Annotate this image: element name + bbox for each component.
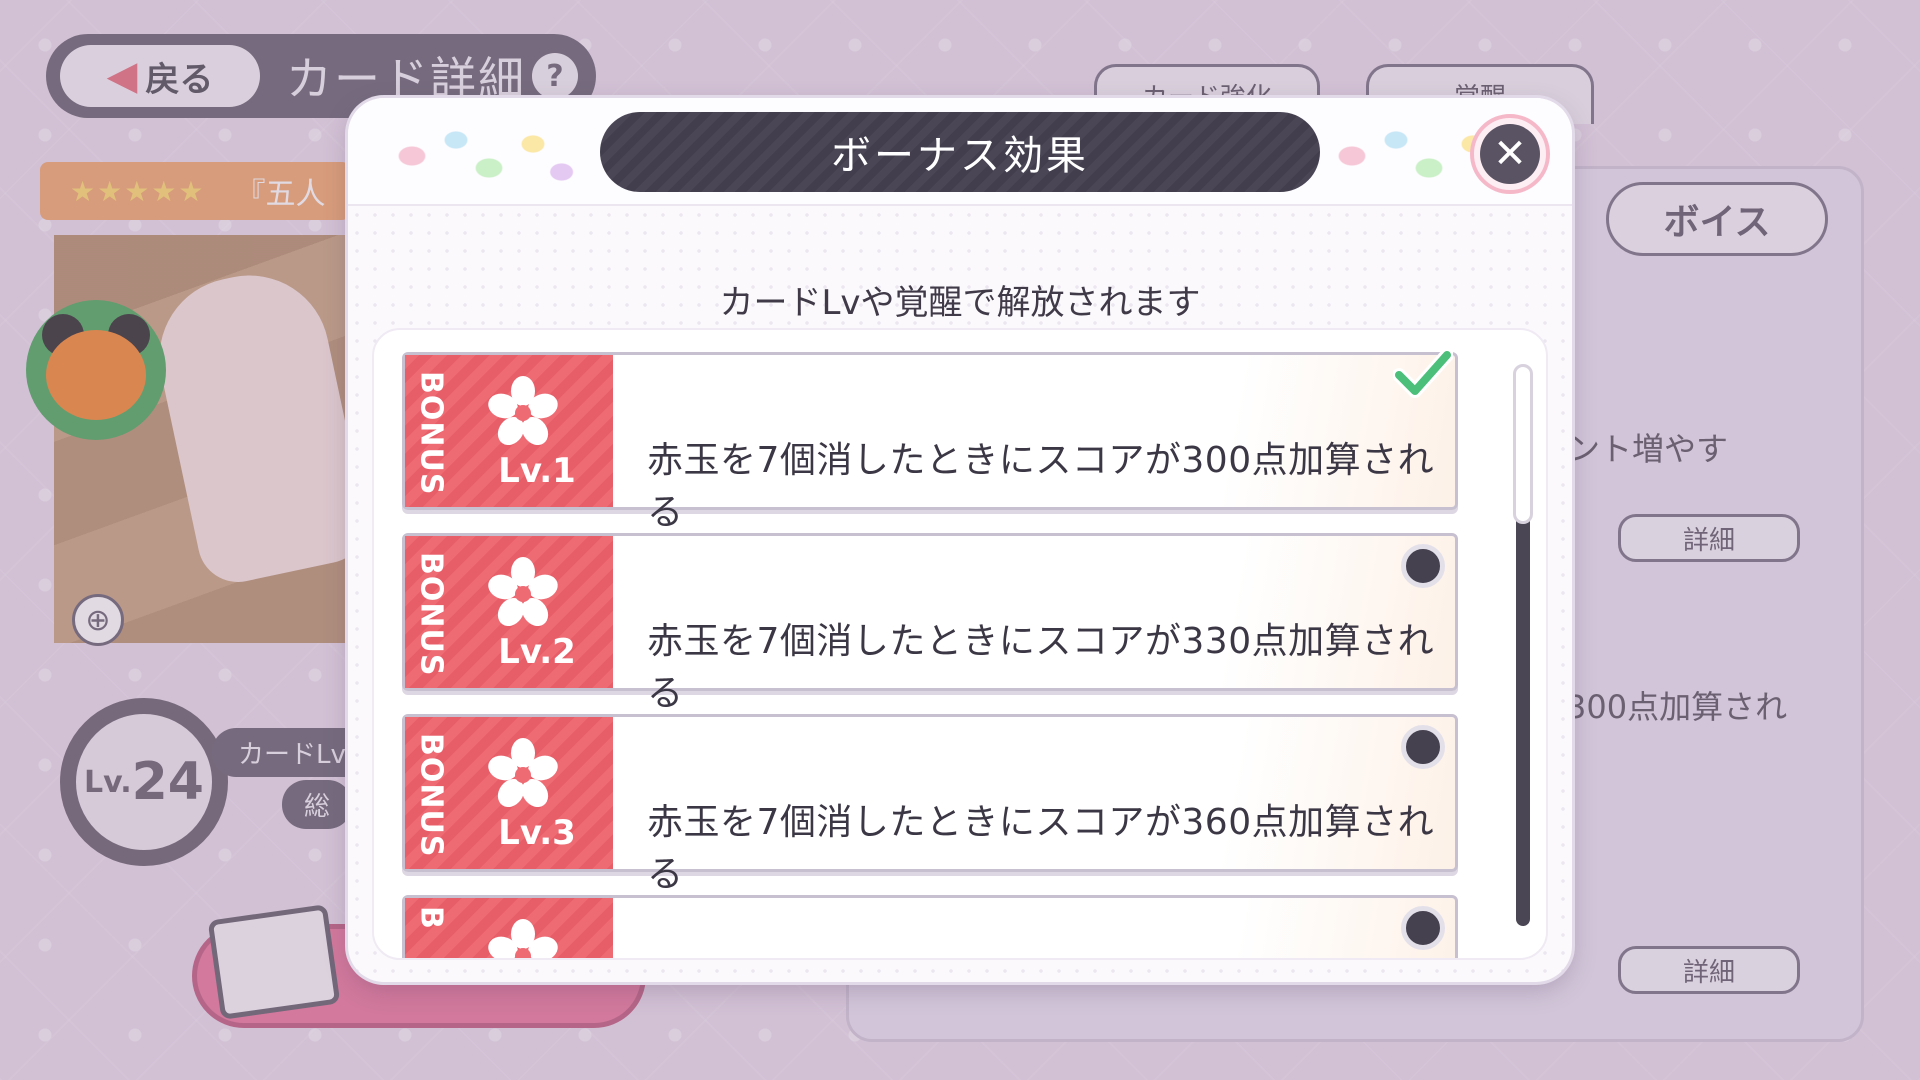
bonus-row[interactable]: B bbox=[402, 895, 1458, 958]
flower-icon bbox=[488, 738, 558, 808]
bonus-badge: BONUS Lv.1 bbox=[405, 355, 613, 507]
bonus-label: BONUS bbox=[413, 370, 449, 496]
flower-icon bbox=[488, 376, 558, 446]
scrollbar-thumb[interactable] bbox=[1513, 364, 1533, 524]
modal-subtitle: カードLvや覚醒で解放されます bbox=[719, 283, 1201, 323]
bonus-level: Lv.3 bbox=[498, 813, 576, 853]
bonus-effect-text: 赤玉を7個消したときにスコアが300点加算される bbox=[647, 440, 1435, 533]
modal-title: ボーナス効果 bbox=[600, 112, 1320, 192]
check-icon bbox=[1393, 348, 1453, 398]
locked-status-dot bbox=[1401, 725, 1445, 769]
bonus-label: BONUS bbox=[413, 732, 449, 858]
bonus-effect-text: 赤玉を7個消したときにスコアが330点加算される bbox=[647, 621, 1435, 714]
bonus-level: Lv.2 bbox=[498, 632, 576, 672]
petal-decoration-left bbox=[368, 116, 588, 196]
flower-icon bbox=[488, 919, 558, 958]
flower-icon bbox=[488, 557, 558, 627]
bonus-row[interactable]: BONUS Lv.3 赤玉を7個消したときにスコアが360点加算される bbox=[402, 714, 1458, 895]
bonus-badge: B bbox=[405, 898, 613, 958]
bonus-row[interactable]: BONUS Lv.1 赤玉を7個消したときにスコアが300点加算される bbox=[402, 348, 1458, 533]
bonus-effect-text: 赤玉を7個消したときにスコアが360点加算される bbox=[647, 802, 1435, 895]
bonus-effect-modal: ボーナス効果 ✕ カードLvや覚醒で解放されます BONUS Lv.1 赤玉を7… bbox=[348, 98, 1572, 982]
close-icon: ✕ bbox=[1480, 124, 1540, 184]
bonus-level: Lv.1 bbox=[498, 451, 576, 491]
modal-header: ボーナス効果 ✕ bbox=[348, 98, 1572, 206]
close-button[interactable]: ✕ bbox=[1470, 114, 1550, 194]
bonus-list[interactable]: BONUS Lv.1 赤玉を7個消したときにスコアが300点加算される BONU… bbox=[372, 328, 1548, 960]
locked-status-dot bbox=[1401, 544, 1445, 588]
locked-status-dot bbox=[1401, 906, 1445, 950]
bonus-row[interactable]: BONUS Lv.2 赤玉を7個消したときにスコアが330点加算される bbox=[402, 533, 1458, 714]
bonus-badge: BONUS Lv.3 bbox=[405, 717, 613, 869]
bonus-badge: BONUS Lv.2 bbox=[405, 536, 613, 688]
bonus-label: BONUS bbox=[413, 551, 449, 677]
bonus-label: B bbox=[413, 906, 449, 930]
